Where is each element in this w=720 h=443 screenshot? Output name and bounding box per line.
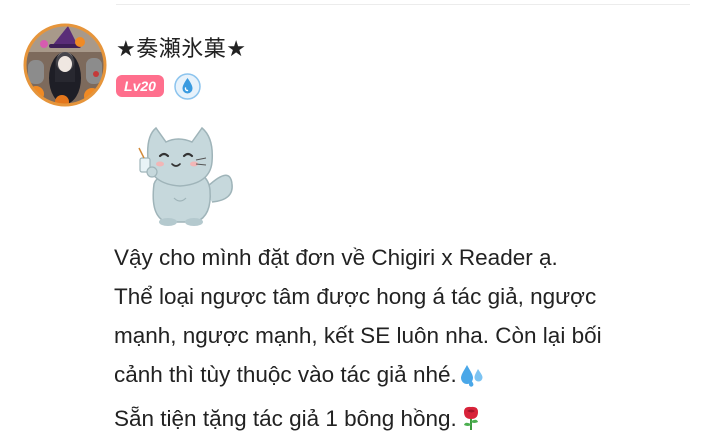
rose-icon — [459, 404, 483, 443]
post-body: Vậy cho mình đặt đơn về Chigiri x Reader… — [114, 238, 704, 443]
post-line-2: Thể loại ngược tâm được hong á tác giả, … — [114, 277, 704, 316]
post-line-1: Vậy cho mình đặt đơn về Chigiri x Reader… — [114, 238, 704, 277]
halloween-avatar-icon — [23, 23, 107, 107]
top-divider — [116, 4, 690, 5]
post-line-3: mạnh, ngược mạnh, kết SE luôn nha. Còn l… — [114, 316, 704, 355]
post-line-5: Sẵn tiện tặng tác giả 1 bông hồng. — [114, 399, 704, 443]
post-line-4: cảnh thì tùy thuộc vào tác giả nhé. — [114, 355, 704, 399]
water-drop-badge-icon — [174, 73, 201, 100]
level-badge: Lv20 — [116, 75, 164, 97]
post-line-5-text: Sẵn tiện tặng tác giả 1 bông hồng. — [114, 406, 457, 431]
cat-sticker — [126, 120, 238, 228]
role-badge — [174, 73, 201, 100]
post-line-2-text: Thể loại ngược tâm được hong á tác giả, … — [114, 284, 597, 309]
gray-cat-sticker-icon — [138, 126, 233, 226]
post-line-1-text: Vậy cho mình đặt đơn về Chigiri x Reader… — [114, 245, 558, 270]
username[interactable]: ★奏瀬氷菓★ — [116, 31, 246, 63]
user-avatar[interactable] — [22, 22, 108, 108]
post-line-4-text: cảnh thì tùy thuộc vào tác giả nhé. — [114, 362, 457, 387]
post-line-3-text: mạnh, ngược mạnh, kết SE luôn nha. Còn l… — [114, 323, 602, 348]
sweat-droplets-icon — [459, 360, 485, 399]
